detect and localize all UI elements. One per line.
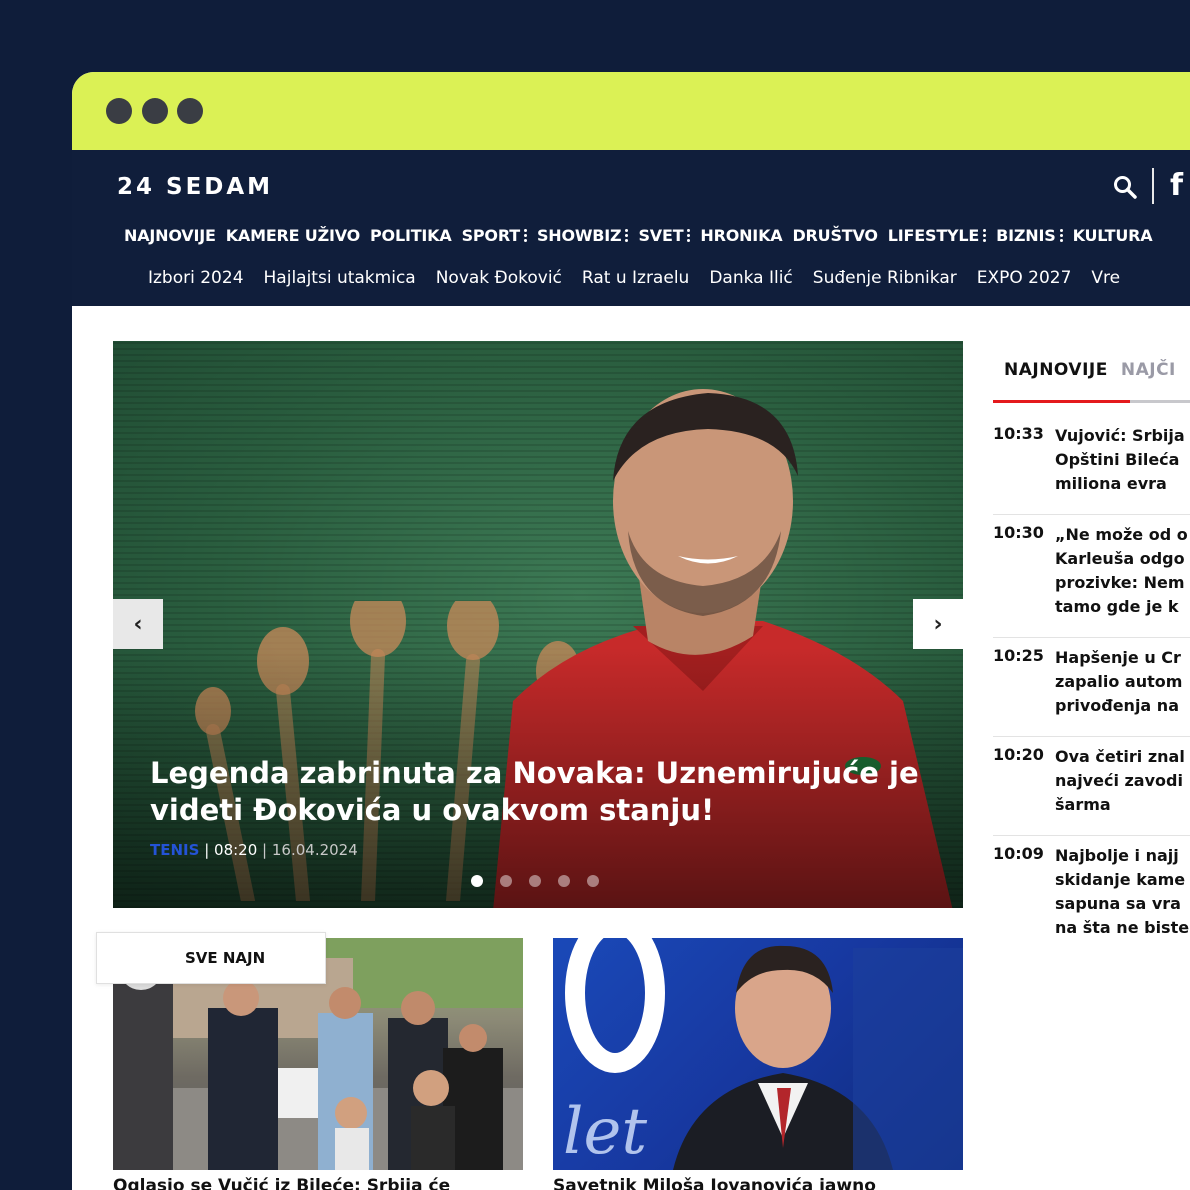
trending-tag[interactable]: Danka Ilić bbox=[709, 268, 792, 288]
news-time: 10:30 bbox=[993, 523, 1044, 542]
chevron-right-icon: › bbox=[933, 611, 943, 637]
news-list-item[interactable]: 10:20 Ova četiri znal najveći zavodi šarm… bbox=[993, 745, 1190, 836]
nav-item-label: KAMERE UŽIVO bbox=[225, 226, 361, 245]
slider-dot[interactable] bbox=[558, 875, 570, 887]
news-time: 10:33 bbox=[993, 424, 1044, 443]
nav-item[interactable]: SPORT bbox=[462, 226, 527, 245]
news-list-item[interactable]: 10:30 „Ne može od o Karleuša odgo prozivk… bbox=[993, 523, 1190, 638]
news-list-item[interactable]: 10:09 Najbolje i najj skidanje kame sapun… bbox=[993, 844, 1190, 958]
nav-item-label: SPORT bbox=[461, 226, 521, 245]
news-list-item[interactable]: 10:33 Vujović: Srbija Opštini Bileća mili… bbox=[993, 424, 1190, 515]
nav-item-label: NAJNOVIJE bbox=[124, 226, 216, 245]
more-vertical-icon bbox=[1059, 229, 1063, 242]
news-time: 10:20 bbox=[993, 745, 1044, 764]
more-vertical-icon bbox=[687, 229, 691, 242]
latest-news-list: 10:33 Vujović: Srbija Opštini Bileća mili… bbox=[993, 424, 1190, 958]
article-card-title[interactable]: Oglasio se Vučić iz Bileće: Srbija će bbox=[113, 1176, 450, 1190]
tab-najcitanije[interactable]: NAJČI bbox=[1119, 356, 1187, 402]
nav-item[interactable]: KAMERE UŽIVO bbox=[225, 226, 361, 245]
article-card-title[interactable]: Savetnik Miloša Jovanovića jawno bbox=[553, 1176, 876, 1190]
trending-tag[interactable]: Izbori 2024 bbox=[148, 268, 244, 288]
slider-dots bbox=[471, 875, 599, 887]
more-vertical-icon bbox=[983, 229, 987, 242]
facebook-icon[interactable]: f bbox=[1170, 168, 1183, 203]
nav-item-label: POLITIKA bbox=[370, 226, 452, 245]
slider-dot[interactable] bbox=[587, 875, 599, 887]
news-sidebar: NAJNOVIJE NAJČI 10:33 Vujović: Srbija Opš… bbox=[993, 356, 1190, 966]
meta-separator: | bbox=[204, 841, 215, 859]
nav-item[interactable]: LIFESTYLE bbox=[887, 226, 987, 245]
nav-item-label: DRUŠTVO bbox=[792, 226, 878, 245]
slider-dot[interactable] bbox=[500, 875, 512, 887]
more-vertical-icon bbox=[523, 229, 527, 242]
tab-najnovije[interactable]: NAJNOVIJE bbox=[993, 356, 1119, 402]
nav-item[interactable]: SHOWBIZ bbox=[537, 226, 629, 245]
hero-time: 08:20 bbox=[214, 841, 258, 859]
trending-tag[interactable]: Novak Đoković bbox=[436, 268, 562, 288]
slider-next-button[interactable]: › bbox=[913, 599, 963, 649]
active-tab-indicator bbox=[993, 400, 1130, 403]
browser-window: 24 SEDAM f NAJNOVIJE KAMERE UŽIVO POLITIKA… bbox=[72, 72, 1190, 1190]
news-headline[interactable]: Hapšenje u Cr zapalio autom privođenja n… bbox=[1055, 646, 1182, 718]
search-icon[interactable] bbox=[1112, 174, 1138, 200]
trending-tag[interactable]: EXPO 2027 bbox=[977, 268, 1072, 288]
hero-date: 16.04.2024 bbox=[271, 841, 358, 859]
slider-dot[interactable] bbox=[529, 875, 541, 887]
nav-item-label: BIZNIS bbox=[996, 226, 1056, 245]
news-headline[interactable]: Vujović: Srbija Opštini Bileća miliona e… bbox=[1055, 424, 1185, 496]
hero-headline[interactable]: Legenda zabrinuta za Novaka: Uznemirujuć… bbox=[150, 755, 940, 829]
nav-item[interactable]: KULTURA bbox=[1073, 226, 1153, 245]
nav-item[interactable]: DRUŠTVO bbox=[792, 226, 878, 245]
hero-slider[interactable]: Legenda zabrinuta za Novaka: Uznemirujuć… bbox=[113, 341, 963, 908]
tv-studio-photo: let bbox=[563, 938, 963, 1170]
trending-tags: Izbori 2024 Hajlajtsi utakmica Novak Đokov… bbox=[148, 268, 1140, 288]
svg-text:let: let bbox=[563, 1095, 647, 1169]
nav-item[interactable]: NAJNOVIJE bbox=[124, 226, 216, 245]
nav-item-label: LIFESTYLE bbox=[887, 226, 980, 245]
window-control-dot[interactable] bbox=[142, 98, 168, 124]
news-headline[interactable]: Najbolje i najj skidanje kame sapuna sa … bbox=[1055, 844, 1189, 940]
main-nav: NAJNOVIJE KAMERE UŽIVO POLITIKA SPORT SHOWBI… bbox=[124, 226, 1162, 245]
site-logo[interactable]: 24 SEDAM bbox=[117, 174, 273, 200]
header-divider bbox=[1152, 168, 1154, 204]
nav-item[interactable]: POLITIKA bbox=[370, 226, 452, 245]
trending-tag[interactable]: Vre bbox=[1091, 268, 1120, 288]
trending-tag[interactable]: Hajlajtsi utakmica bbox=[264, 268, 416, 288]
window-control-dot[interactable] bbox=[177, 98, 203, 124]
news-list-item[interactable]: 10:25 Hapšenje u Cr zapalio autom privođe… bbox=[993, 646, 1190, 737]
meta-separator: | bbox=[262, 841, 272, 859]
news-time: 10:09 bbox=[993, 844, 1044, 863]
nav-item[interactable]: BIZNIS bbox=[996, 226, 1063, 245]
window-control-dot[interactable] bbox=[106, 98, 132, 124]
site-header: 24 SEDAM f NAJNOVIJE KAMERE UŽIVO POLITIKA… bbox=[72, 150, 1190, 306]
trending-tag[interactable]: Rat u Izraelu bbox=[582, 268, 689, 288]
page-content: Legenda zabrinuta za Novaka: Uznemirujuć… bbox=[72, 306, 1190, 1190]
article-card-image[interactable]: let bbox=[553, 938, 963, 1170]
nav-item-label: KULTURA bbox=[1072, 226, 1153, 245]
nav-item[interactable]: HRONIKA bbox=[700, 226, 782, 245]
nav-item-label: SHOWBIZ bbox=[536, 226, 622, 245]
window-titlebar bbox=[72, 72, 1190, 150]
slider-dot[interactable] bbox=[471, 875, 483, 887]
nav-item-label: HRONIKA bbox=[700, 226, 783, 245]
news-headline[interactable]: Ova četiri znal najveći zavodi šarma bbox=[1055, 745, 1185, 817]
hero-category[interactable]: TENIS bbox=[150, 841, 199, 859]
all-news-button[interactable]: SVE NAJN bbox=[96, 932, 326, 984]
news-headline[interactable]: „Ne može od o Karleuša odgo prozivke: Ne… bbox=[1055, 523, 1188, 619]
sidebar-tabs: NAJNOVIJE NAJČI bbox=[993, 356, 1190, 403]
more-vertical-icon bbox=[625, 229, 629, 242]
trending-tag[interactable]: Suđenje Ribnikar bbox=[813, 268, 957, 288]
chevron-left-icon: ‹ bbox=[133, 611, 143, 637]
tab-underline bbox=[1130, 400, 1190, 403]
nav-item[interactable]: SVET bbox=[638, 226, 691, 245]
news-time: 10:25 bbox=[993, 646, 1044, 665]
hero-meta: TENIS | 08:20 | 16.04.2024 bbox=[150, 841, 358, 859]
nav-item-label: SVET bbox=[638, 226, 684, 245]
slider-prev-button[interactable]: ‹ bbox=[113, 599, 163, 649]
